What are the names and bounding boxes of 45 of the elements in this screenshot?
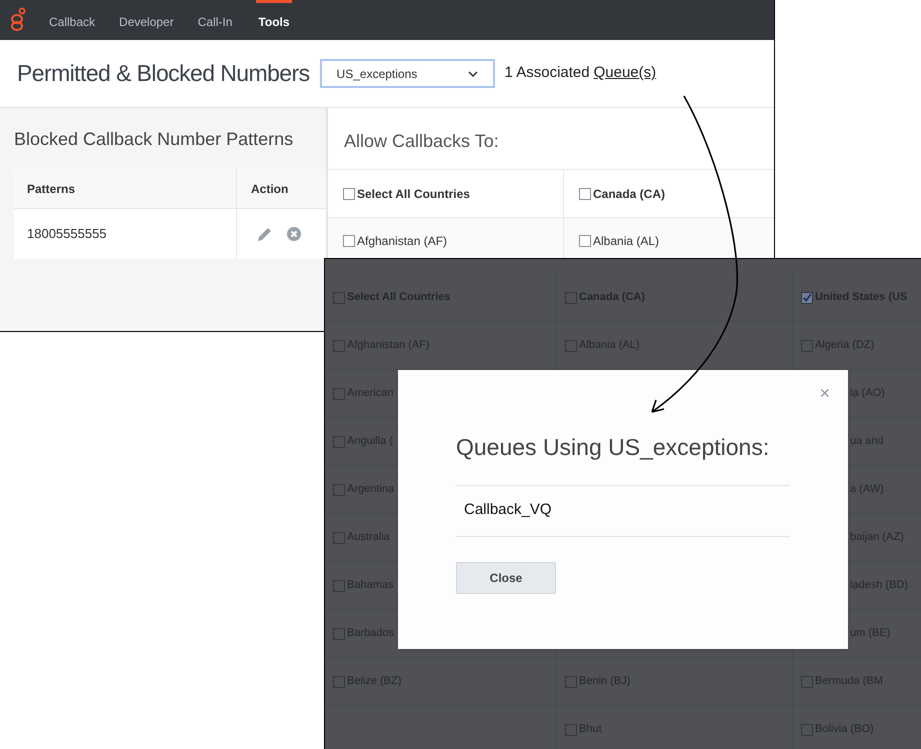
checkbox[interactable]: [565, 724, 577, 736]
column-label: Select All Countries: [357, 186, 470, 202]
checkbox[interactable]: [801, 340, 813, 352]
checkbox[interactable]: [333, 676, 345, 688]
checkbox[interactable]: [333, 292, 345, 304]
checkbox[interactable]: [579, 188, 591, 200]
associated-count: 1 Associated: [504, 63, 590, 84]
checkbox[interactable]: [333, 580, 345, 592]
nav-tab[interactable]: Call-In: [198, 0, 232, 40]
chevron-down-icon: [468, 70, 478, 76]
queue-name: Callback_VQ: [456, 486, 790, 536]
nav-tab[interactable]: Callback: [49, 0, 96, 40]
nav-tab[interactable]: Tools: [256, 0, 292, 40]
checkbox[interactable]: [565, 676, 577, 688]
remove-icon[interactable]: [287, 227, 301, 241]
checkbox[interactable]: [333, 340, 345, 352]
table-cell: 18005555555: [14, 209, 237, 259]
checkbox[interactable]: [801, 724, 813, 736]
checkbox[interactable]: [565, 340, 577, 352]
queues-link[interactable]: Queue(s): [594, 62, 656, 85]
section-title: Blocked Callback Number Patterns: [14, 128, 294, 151]
section-title: Allow Callbacks To:: [344, 130, 500, 153]
checkbox[interactable]: [333, 628, 345, 640]
nav-tab[interactable]: Developer: [119, 0, 174, 40]
checkbox[interactable]: [801, 676, 813, 688]
checkbox[interactable]: [333, 388, 345, 400]
logo-icon: [9, 7, 27, 33]
checkbox[interactable]: [333, 484, 345, 496]
checkbox[interactable]: [579, 234, 591, 246]
column-header: Patterns: [14, 169, 237, 208]
checkbox[interactable]: [333, 436, 345, 448]
column-label: Canada (CA): [593, 186, 666, 202]
checkbox[interactable]: [565, 292, 577, 304]
column-header: Action: [237, 169, 326, 208]
edit-icon[interactable]: [257, 226, 272, 242]
dialog-title: Queues Using US_exceptions:: [456, 433, 770, 462]
checkbox[interactable]: [333, 532, 345, 544]
checkbox[interactable]: [343, 188, 355, 200]
checkbox[interactable]: [343, 234, 355, 246]
country-label: Albania (AL): [593, 232, 660, 250]
checkbox[interactable]: [801, 292, 813, 304]
close-button[interactable]: Close: [456, 562, 556, 594]
page-title: Permitted & Blocked Numbers: [17, 59, 310, 88]
queue-set-dropdown[interactable]: US_exceptions: [320, 59, 495, 88]
country-label: Afghanistan (AF): [357, 232, 448, 250]
